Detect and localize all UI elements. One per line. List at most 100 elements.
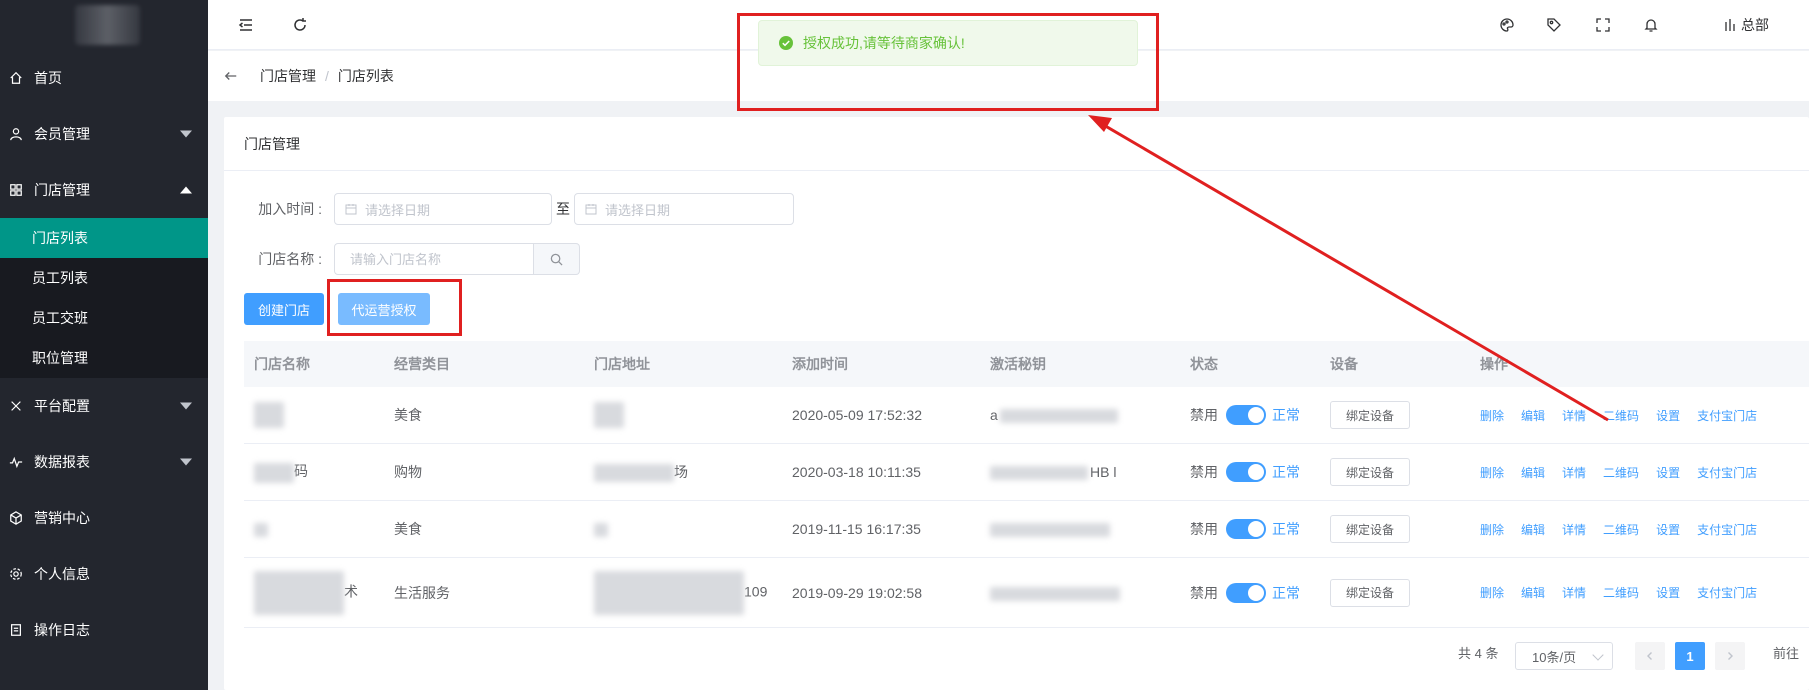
join-time-filter: 加入时间 : 请选择日期 至 请选择日期 <box>224 193 794 225</box>
search-icon <box>550 253 563 266</box>
qrcode-link[interactable]: 二维码 <box>1603 584 1639 601</box>
delete-link[interactable]: 删除 <box>1480 521 1504 538</box>
calendar-icon <box>345 204 357 215</box>
status-toggle[interactable] <box>1226 582 1266 603</box>
range-separator: 至 <box>556 201 570 217</box>
bind-device-button[interactable]: 绑定设备 <box>1330 515 1410 543</box>
qrcode-link[interactable]: 二维码 <box>1603 464 1639 481</box>
detail-link[interactable]: 详情 <box>1562 521 1586 538</box>
store-submenu: 门店列表 员工列表 员工交班 职位管理 <box>0 218 208 378</box>
sidebar: 首页 会员管理 门店管理 门店列表 员工列表 员工交班 职位管理 平台配置 数据… <box>0 0 208 690</box>
chevron-down-icon <box>180 458 192 466</box>
status-toggle[interactable] <box>1226 519 1266 539</box>
alipay-store-link[interactable]: 支付宝门店 <box>1697 464 1757 481</box>
delete-link[interactable]: 删除 <box>1480 464 1504 481</box>
edit-link[interactable]: 编辑 <box>1521 464 1545 481</box>
sidebar-item-platform[interactable]: 平台配置 <box>0 378 208 434</box>
chevron-down-icon <box>180 130 192 138</box>
bind-device-button[interactable]: 绑定设备 <box>1330 401 1410 429</box>
delete-link[interactable]: 删除 <box>1480 407 1504 424</box>
end-date-picker[interactable]: 请选择日期 <box>574 193 794 225</box>
sidebar-item-stores[interactable]: 门店管理 <box>0 162 208 218</box>
submenu-item-staff-list[interactable]: 员工列表 <box>0 258 208 298</box>
sidebar-item-label: 首页 <box>34 70 62 86</box>
prev-page-button[interactable] <box>1635 642 1665 670</box>
user-name: 总部 <box>1741 17 1769 33</box>
start-date-picker[interactable]: 请选择日期 <box>334 193 552 225</box>
pulse-icon <box>8 454 24 470</box>
edit-link[interactable]: 编辑 <box>1521 521 1545 538</box>
search-button[interactable] <box>534 243 580 275</box>
join-time-label: 加入时间 : <box>258 201 322 217</box>
table-header: 门店名称 经营类目 门店地址 添加时间 激活秘钥 状态 设备 操作 <box>244 341 1809 387</box>
sidebar-item-profile[interactable]: 个人信息 <box>0 546 208 602</box>
log-icon <box>8 622 24 638</box>
user-avatar-icon <box>1725 19 1735 31</box>
sidebar-item-label: 会员管理 <box>34 126 90 142</box>
detail-link[interactable]: 详情 <box>1562 407 1586 424</box>
sidebar-item-reports[interactable]: 数据报表 <box>0 434 208 490</box>
sidebar-item-marketing[interactable]: 营销中心 <box>0 490 208 546</box>
box-icon <box>8 510 24 526</box>
refresh-icon[interactable] <box>290 15 310 35</box>
tag-icon[interactable] <box>1544 15 1564 35</box>
alipay-store-link[interactable]: 支付宝门店 <box>1697 521 1757 538</box>
detail-link[interactable]: 详情 <box>1562 584 1586 601</box>
status-toggle[interactable] <box>1226 462 1266 482</box>
sidebar-item-home[interactable]: 首页 <box>0 50 208 106</box>
qrcode-link[interactable]: 二维码 <box>1603 407 1639 424</box>
goto-label: 前往 <box>1773 646 1800 661</box>
settings-link[interactable]: 设置 <box>1656 464 1680 481</box>
submenu-item-store-list[interactable]: 门店列表 <box>0 218 208 258</box>
settings-link[interactable]: 设置 <box>1656 584 1680 601</box>
detail-link[interactable]: 详情 <box>1562 464 1586 481</box>
status-toggle[interactable] <box>1226 405 1266 425</box>
sidebar-item-label: 数据报表 <box>34 454 90 470</box>
bell-icon[interactable] <box>1641 15 1661 35</box>
fullscreen-icon[interactable] <box>1593 15 1613 35</box>
settings-link[interactable]: 设置 <box>1656 521 1680 538</box>
store-name-label: 门店名称 : <box>258 251 322 267</box>
submenu-item-positions[interactable]: 职位管理 <box>0 338 208 378</box>
table-row: 美食 2019-11-15 16:17:35 禁用 正常 绑定设备 删除 编辑 详… <box>244 501 1809 558</box>
user-menu[interactable]: 总部 <box>1723 15 1769 35</box>
store-name-filter: 门店名称 : <box>224 243 580 275</box>
next-page-button[interactable] <box>1715 642 1745 670</box>
gear-icon <box>8 566 24 582</box>
home-icon <box>8 70 24 86</box>
sidebar-item-label: 平台配置 <box>34 398 90 414</box>
annotation-box-button <box>327 279 462 336</box>
qrcode-link[interactable]: 二维码 <box>1603 521 1639 538</box>
table-row: 码 购物 场 2020-03-18 10:11:35 HB l 禁用 正常 绑定设… <box>244 444 1809 501</box>
edit-link[interactable]: 编辑 <box>1521 584 1545 601</box>
sidebar-item-label: 个人信息 <box>34 566 90 582</box>
delete-link[interactable]: 删除 <box>1480 584 1504 601</box>
grid-icon <box>8 182 24 198</box>
back-arrow-icon[interactable] <box>224 69 242 83</box>
settings-link[interactable]: 设置 <box>1656 407 1680 424</box>
chevron-right-icon <box>1728 652 1733 660</box>
submenu-item-staff-shift[interactable]: 员工交班 <box>0 298 208 338</box>
menu-fold-icon[interactable] <box>236 15 256 35</box>
card-title: 门店管理 <box>224 117 1809 171</box>
bind-device-button[interactable]: 绑定设备 <box>1330 578 1410 607</box>
sidebar-item-logs[interactable]: 操作日志 <box>0 602 208 658</box>
palette-icon[interactable] <box>1497 15 1517 35</box>
store-card: 门店管理 加入时间 : 请选择日期 至 请选择日期 门店名称 : 创建门店 代运… <box>224 117 1809 690</box>
bind-device-button[interactable]: 绑定设备 <box>1330 458 1410 486</box>
store-name-input[interactable] <box>334 243 534 275</box>
logo <box>0 0 208 50</box>
sidebar-item-label: 门店管理 <box>34 182 90 198</box>
alipay-store-link[interactable]: 支付宝门店 <box>1697 407 1757 424</box>
page-size-select[interactable]: 10条/页 <box>1515 642 1613 670</box>
sidebar-item-members[interactable]: 会员管理 <box>0 106 208 162</box>
sidebar-item-label: 营销中心 <box>34 510 90 526</box>
alipay-store-link[interactable]: 支付宝门店 <box>1697 584 1757 601</box>
edit-link[interactable]: 编辑 <box>1521 407 1545 424</box>
page-number-1[interactable]: 1 <box>1675 642 1705 670</box>
chevron-down-icon <box>180 402 192 410</box>
breadcrumb-item-stores[interactable]: 门店管理 <box>260 66 316 86</box>
table-row: 美食 2020-05-09 17:52:32 a 禁用 正常 绑定设备 删除 编辑… <box>244 387 1809 444</box>
calendar-icon <box>585 204 597 215</box>
create-store-button[interactable]: 创建门店 <box>244 293 324 325</box>
